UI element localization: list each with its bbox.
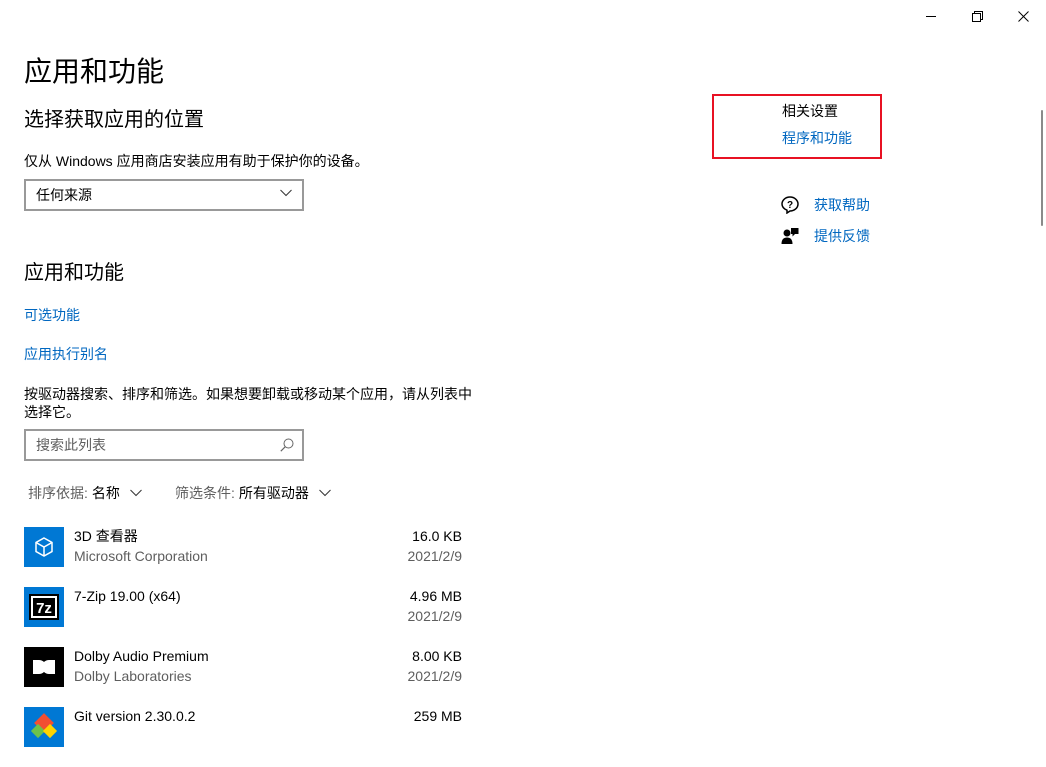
svg-text:7z: 7z	[36, 600, 52, 617]
dolby-icon	[24, 647, 64, 687]
close-icon	[1017, 10, 1029, 22]
apps-description-line2: 选择它。	[24, 404, 80, 420]
app-name: 3D 查看器	[74, 528, 138, 544]
apps-heading: 应用和功能	[24, 262, 124, 284]
app-list-item[interactable]: 7z 7-Zip 19.00 (x64) 4.96 MB 2021/2/9	[24, 587, 464, 647]
3d-viewer-icon	[24, 527, 64, 567]
app-size: 259 MB	[413, 708, 462, 724]
search-input[interactable]	[26, 431, 276, 459]
app-list-item[interactable]: 3D 查看器 Microsoft Corporation 16.0 KB 202…	[24, 527, 464, 587]
feedback-icon	[780, 226, 800, 246]
search-icon	[280, 438, 294, 452]
app-source-value: 任何来源	[36, 187, 92, 203]
page-title: 应用和功能	[24, 56, 165, 87]
git-icon	[24, 707, 64, 747]
filter-label: 筛选条件:	[175, 485, 235, 501]
apps-description-line1: 按驱动器搜索、排序和筛选。如果想要卸载或移动某个应用，请从列表中	[24, 386, 472, 402]
app-name: 7-Zip 19.00 (x64)	[74, 588, 181, 604]
app-list-item[interactable]: Git version 2.30.0.2 259 MB	[24, 707, 464, 767]
app-source-dropdown[interactable]: 任何来源	[24, 179, 304, 211]
app-name: Git version 2.30.0.2	[74, 708, 196, 724]
related-settings-title: 相关设置	[782, 103, 838, 119]
app-name: Dolby Audio Premium	[74, 648, 209, 664]
sort-value: 名称	[91, 485, 120, 501]
app-execution-alias-link[interactable]: 应用执行别名	[24, 344, 108, 364]
app-size: 8.00 KB	[412, 648, 462, 664]
sort-label: 排序依据:	[28, 485, 88, 501]
location-description: 仅从 Windows 应用商店安装应用有助于保护你的设备。	[24, 153, 369, 169]
chevron-down-icon	[130, 489, 142, 497]
7zip-icon: 7z	[24, 587, 64, 627]
minimize-icon	[926, 16, 936, 17]
app-date: 2021/2/9	[407, 548, 463, 564]
close-button[interactable]	[1000, 0, 1046, 32]
optional-features-link[interactable]: 可选功能	[24, 305, 80, 325]
restore-button[interactable]	[954, 0, 1000, 32]
chat-help-icon: ?	[780, 195, 800, 215]
app-date: 2021/2/9	[407, 668, 463, 684]
chevron-down-icon	[280, 189, 292, 197]
restore-icon	[971, 10, 983, 22]
search-box[interactable]	[24, 429, 304, 461]
filter-value: 所有驱动器	[238, 485, 309, 501]
sort-dropdown[interactable]: 排序依据: 名称	[28, 483, 142, 503]
filter-dropdown[interactable]: 筛选条件: 所有驱动器	[175, 483, 331, 503]
minimize-button[interactable]	[908, 0, 954, 32]
app-list-item[interactable]: Dolby Audio Premium Dolby Laboratories 8…	[24, 647, 464, 707]
give-feedback-row[interactable]: 提供反馈	[780, 226, 870, 246]
svg-text:?: ?	[787, 200, 793, 211]
app-date: 2021/2/9	[407, 608, 463, 624]
app-publisher: Dolby Laboratories	[74, 668, 192, 684]
give-feedback-link[interactable]: 提供反馈	[814, 226, 870, 246]
app-size: 4.96 MB	[409, 588, 462, 604]
scrollbar[interactable]	[1034, 32, 1046, 728]
app-publisher: Microsoft Corporation	[74, 548, 208, 564]
programs-and-features-link[interactable]: 程序和功能	[782, 128, 852, 148]
chevron-down-icon	[319, 489, 331, 497]
location-heading: 选择获取应用的位置	[24, 109, 204, 131]
get-help-row[interactable]: ? 获取帮助	[780, 195, 870, 215]
scrollbar-thumb[interactable]	[1041, 110, 1043, 226]
get-help-link[interactable]: 获取帮助	[814, 195, 870, 215]
app-size: 16.0 KB	[412, 528, 462, 544]
